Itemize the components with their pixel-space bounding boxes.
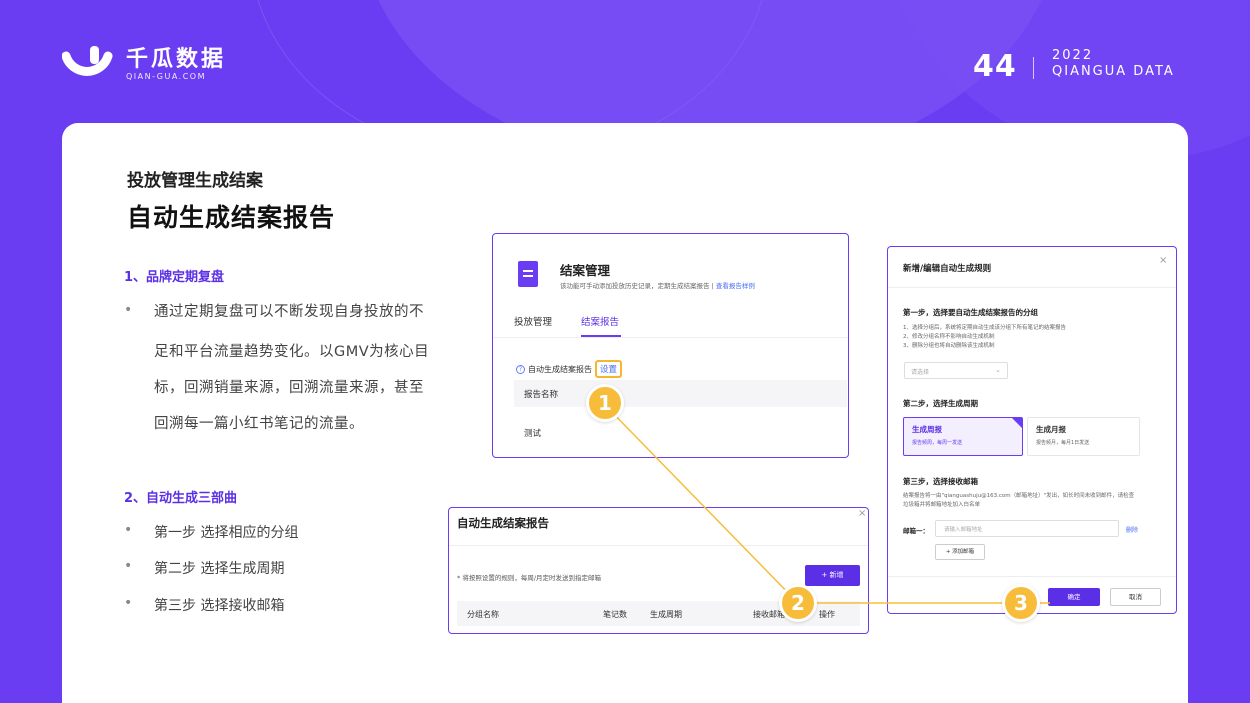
callout-1: 1 — [586, 384, 624, 422]
callout-3: 3 — [1002, 584, 1040, 622]
callout-connectors — [604, 404, 1050, 604]
connector-line — [604, 404, 799, 604]
callout-2: 2 — [779, 584, 817, 622]
